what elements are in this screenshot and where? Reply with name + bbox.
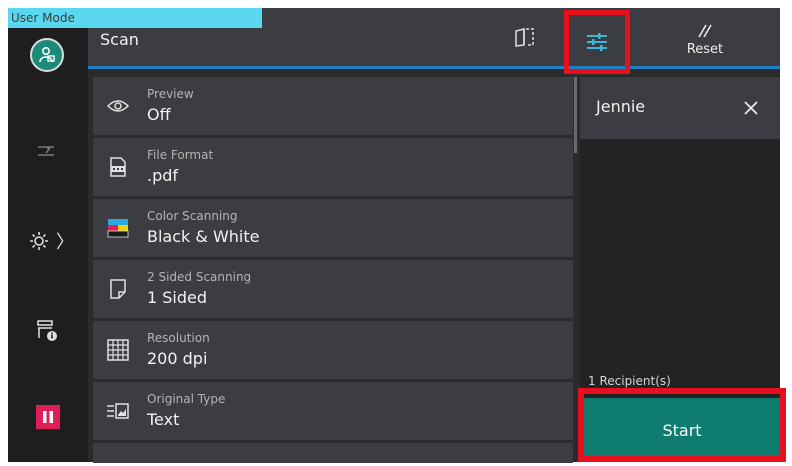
setting-label: Original Type: [147, 392, 226, 406]
setting-label: 2 Sided Scanning: [147, 270, 252, 284]
start-highlight: [578, 388, 786, 462]
settings-list: Preview Off File Format .pdf Color Scann…: [93, 77, 573, 466]
file-format-icon: [105, 154, 131, 180]
reset-label: Reset: [686, 41, 724, 57]
recipient-name: Jennie: [596, 97, 646, 116]
pause-icon: [43, 411, 53, 423]
setting-partial-next[interactable]: [93, 443, 573, 463]
user-mode-banner: User Mode: [8, 8, 262, 28]
setting-value: 200 dpi: [147, 349, 208, 368]
setting-value: .pdf: [147, 166, 179, 185]
sided-icon: [105, 276, 131, 302]
recipient-item[interactable]: Jennie: [580, 77, 780, 139]
settings-button[interactable]: 〉: [24, 226, 78, 256]
header-divider: [88, 66, 780, 69]
setting-label: Preview: [147, 87, 194, 101]
device-info-icon[interactable]: [30, 316, 64, 346]
page-title: Scan: [100, 30, 139, 49]
pause-button[interactable]: [36, 405, 60, 429]
setting-preview[interactable]: Preview Off: [93, 77, 573, 135]
setting-original-type[interactable]: Original Type Text: [93, 382, 573, 440]
color-icon: [105, 215, 131, 241]
list-scrollbar[interactable]: [574, 77, 577, 153]
setting-value: 1 Sided: [147, 288, 208, 307]
book-icon[interactable]: [512, 26, 538, 52]
reset-button[interactable]: Reset: [668, 12, 742, 66]
close-icon[interactable]: [738, 95, 764, 121]
recipient-count: 1 Recipient(s): [588, 374, 671, 388]
eye-icon: [105, 93, 131, 119]
setting-value: Off: [147, 105, 171, 124]
setting-label: Resolution: [147, 331, 210, 345]
setting-file-format[interactable]: File Format .pdf: [93, 138, 573, 196]
sliders-icon: [587, 33, 607, 51]
original-type-icon: [105, 398, 131, 424]
setting-label: Color Scanning: [147, 209, 238, 223]
gear-icon: [30, 232, 48, 250]
setting-value: Black & White: [147, 227, 260, 246]
setting-2-sided-scanning[interactable]: 2 Sided Scanning 1 Sided: [93, 260, 573, 318]
setting-label: File Format: [147, 148, 214, 162]
user-avatar[interactable]: [30, 38, 64, 72]
chevron-right-icon: 〉: [56, 232, 74, 253]
reset-icon: [698, 24, 712, 37]
sidebar: 〉: [8, 8, 88, 462]
user-icon: [39, 46, 55, 63]
setting-resolution[interactable]: Resolution 200 dpi: [93, 321, 573, 379]
adjustments-button[interactable]: [564, 10, 630, 74]
swap-icon[interactable]: [30, 136, 64, 166]
setting-value: Text: [147, 410, 180, 429]
grid-icon: [105, 337, 131, 363]
setting-color-scanning[interactable]: Color Scanning Black & White: [93, 199, 573, 257]
